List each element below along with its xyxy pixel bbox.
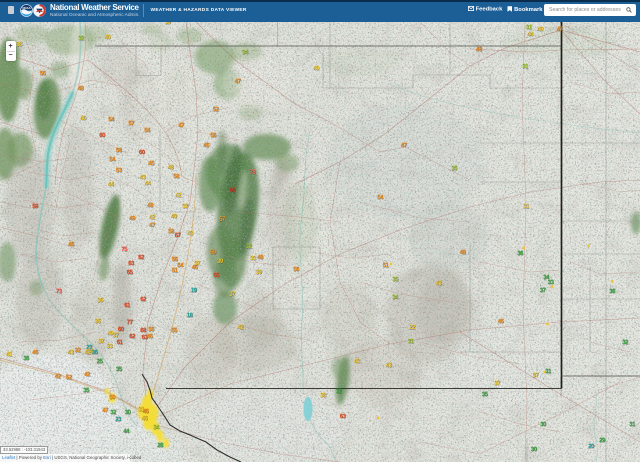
svg-text:NOAA: NOAA [22,5,30,9]
